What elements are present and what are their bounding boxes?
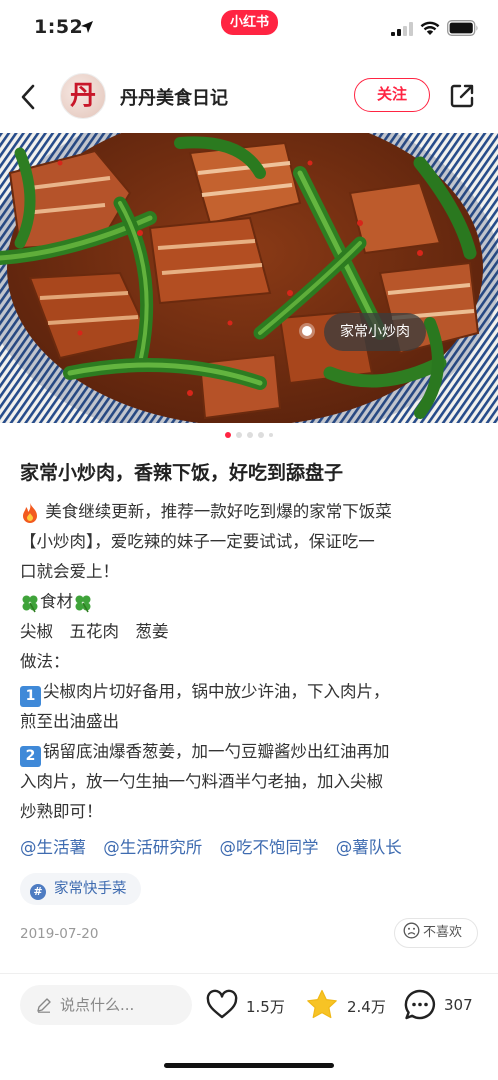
body-text: 食材 [40, 592, 73, 611]
carousel-dot [236, 432, 242, 438]
carousel-dot [258, 432, 264, 438]
star-icon [307, 989, 337, 1019]
image-tag[interactable]: 家常小炒肉 [324, 313, 426, 351]
body-line: 做法： [20, 647, 482, 677]
body-text: 口就会爱上！ [20, 562, 119, 581]
carousel-dot [269, 433, 273, 437]
dislike-label: 不喜欢 [423, 925, 463, 940]
image-tag-dot [302, 326, 312, 336]
hash-icon: # [30, 884, 46, 900]
share-icon[interactable] [448, 82, 476, 110]
location-arrow-icon [81, 21, 93, 33]
bottom-action-bar: 说点什么... 1.5万 2.4万 307 [0, 982, 498, 1030]
carousel-dot [247, 432, 253, 438]
step-number-badge: 2 [20, 746, 41, 767]
body-line: 入肉片，放一勺生抽一勺料酒半勺老抽，加入尖椒 [20, 767, 482, 797]
body-line: 煎至出油盛出 [20, 707, 482, 737]
carousel-dot [225, 432, 231, 438]
battery-icon [447, 20, 478, 36]
carousel-indicator [0, 432, 498, 442]
collect-button[interactable]: 2.4万 [305, 988, 395, 1024]
body-line: 口就会爱上！ [20, 557, 482, 587]
pencil-icon [37, 998, 51, 1013]
like-button[interactable]: 1.5万 [205, 988, 289, 1024]
mention-link[interactable]: @生活研究所 [103, 838, 202, 857]
dislike-button[interactable]: 不喜欢 [394, 918, 478, 948]
body-text: 炒熟即可！ [20, 802, 103, 821]
app-badge: 小红书 [221, 10, 278, 35]
note-body: 美食继续更新，推荐一款好吃到爆的家常下饭菜 【小炒肉】，爱吃辣的妹子一定要试试，… [20, 497, 482, 827]
body-text: 尖椒肉片切好备用，锅中放少许油，下入肉片， [43, 682, 390, 701]
clover-icon [75, 595, 91, 612]
body-line: 尖椒 五花肉 葱姜 [20, 617, 482, 647]
mention-link[interactable]: @薯队长 [336, 838, 402, 857]
body-text: 入肉片，放一勺生抽一勺料酒半勺老抽，加入尖椒 [20, 772, 383, 791]
body-text: 煎至出油盛出 [20, 712, 119, 731]
wifi-icon [420, 21, 440, 35]
body-line: 2 锅留底油爆香葱姜，加一勺豆瓣酱炒出红油再加 [20, 737, 482, 767]
comment-placeholder: 说点什么... [60, 996, 135, 1014]
author-name[interactable]: 丹丹美食日记 [120, 84, 228, 110]
note-title: 家常小炒肉，香辣下饭，好吃到舔盘子 [20, 462, 344, 484]
note-image[interactable]: 家常小炒肉 [0, 133, 498, 423]
status-bar: 1:52 小红书 [0, 0, 498, 60]
post-date: 2019-07-20 [20, 926, 99, 942]
body-line: 【小炒肉】，爱吃辣的妹子一定要试试，保证吃一 [20, 527, 482, 557]
divider [0, 973, 498, 974]
step-number-badge: 1 [20, 686, 41, 707]
home-indicator[interactable] [164, 1063, 334, 1068]
follow-button[interactable]: 关注 [354, 78, 430, 112]
like-count: 1.5万 [246, 998, 285, 1016]
signal-icon [391, 22, 413, 36]
body-line: 食材 [20, 587, 482, 617]
heart-icon [206, 989, 238, 1019]
avatar[interactable]: 丹 [60, 73, 106, 119]
mentions: @生活薯 @生活研究所 @吃不饱同学 @薯队长 [20, 834, 414, 858]
body-text: 做法： [20, 652, 70, 671]
body-line: 美食继续更新，推荐一款好吃到爆的家常下饭菜 [20, 497, 482, 527]
body-text: 锅留底油爆香葱姜，加一勺豆瓣酱炒出红油再加 [43, 742, 390, 761]
mention-link[interactable]: @吃不饱同学 [220, 838, 319, 857]
collect-count: 2.4万 [347, 998, 386, 1016]
comment-count: 307 [444, 996, 473, 1014]
status-time: 1:52 [34, 16, 84, 38]
comment-bubble-icon [404, 989, 436, 1020]
body-line: 炒熟即可！ [20, 797, 482, 827]
comment-input[interactable]: 说点什么... [20, 985, 192, 1025]
body-text: 【小炒肉】，爱吃辣的妹子一定要试试，保证吃一 [20, 532, 375, 551]
body-text: 美食继续更新，推荐一款好吃到爆的家常下饭菜 [45, 502, 392, 521]
mention-link[interactable]: @生活薯 [20, 838, 86, 857]
back-icon[interactable] [16, 82, 40, 112]
frown-icon [403, 922, 420, 939]
note-header: 丹 丹丹美食日记 关注 [0, 66, 498, 126]
topic-label: 家常快手菜 [54, 881, 127, 897]
body-line: 1 尖椒肉片切好备用，锅中放少许油，下入肉片， [20, 677, 482, 707]
body-text: 尖椒 五花肉 葱姜 [20, 622, 169, 641]
clover-icon [22, 595, 38, 612]
topic-chip[interactable]: # 家常快手菜 [20, 873, 141, 905]
comment-button[interactable]: 307 [403, 988, 481, 1024]
fire-icon [23, 502, 37, 523]
food-photo [0, 133, 498, 423]
